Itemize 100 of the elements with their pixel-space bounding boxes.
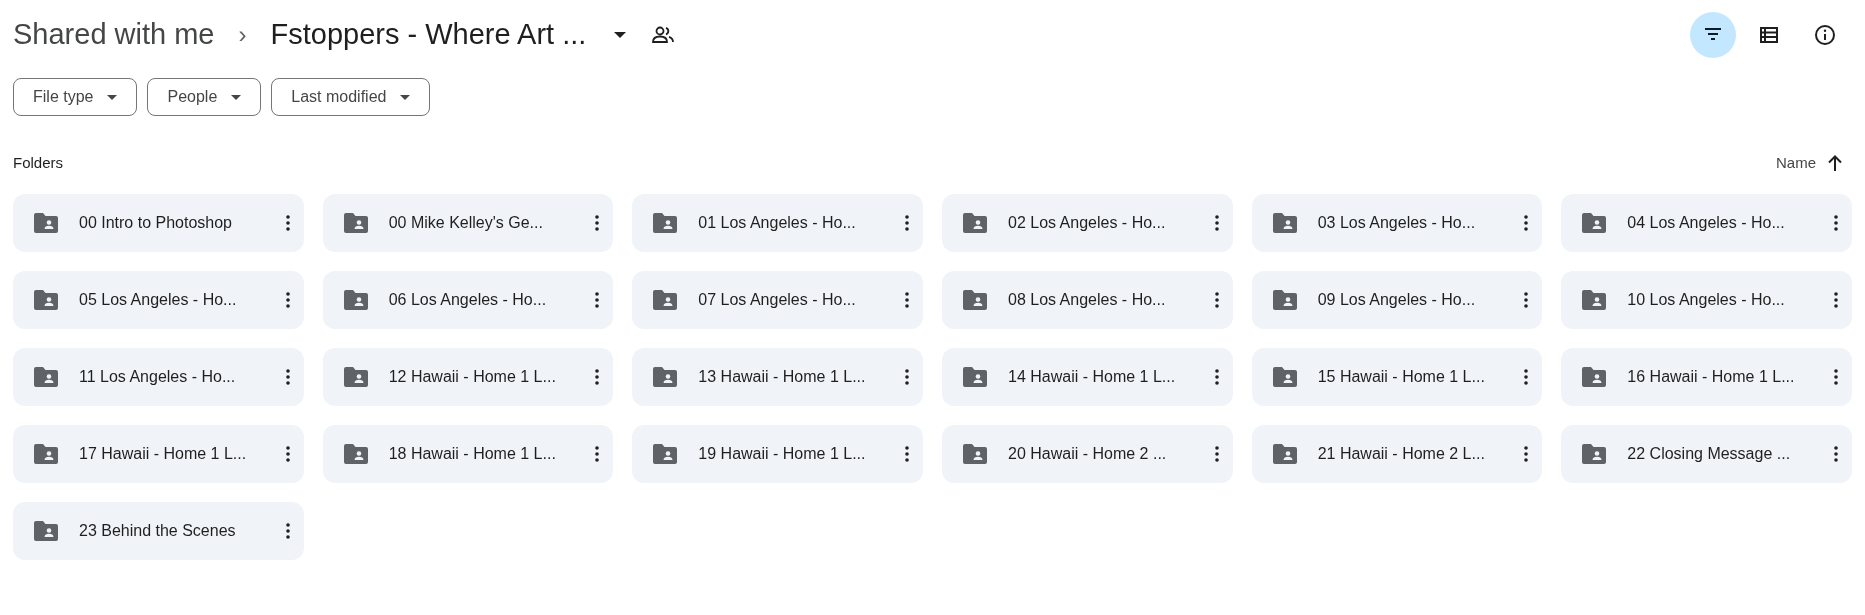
more-options-icon[interactable]	[595, 215, 600, 231]
more-options-icon[interactable]	[285, 369, 290, 385]
shared-folder-icon	[34, 521, 58, 541]
more-options-icon[interactable]	[1214, 446, 1219, 462]
folder-name: 07 Los Angeles - Ho...	[698, 290, 856, 310]
more-options-icon[interactable]	[285, 215, 290, 231]
folder-name: 00 Mike Kelley's Ge...	[388, 213, 543, 233]
folder-card[interactable]: 18 Hawaii - Home 1 L...	[322, 425, 614, 483]
more-options-icon[interactable]	[595, 446, 600, 462]
folder-name: 04 Los Angeles - Ho...	[1627, 213, 1785, 233]
caret-icon	[231, 94, 242, 100]
shared-folder-icon	[34, 444, 58, 464]
caret-icon[interactable]	[614, 32, 627, 38]
folder-card[interactable]: 02 Los Angeles - Ho...	[942, 194, 1233, 252]
more-options-icon[interactable]	[1524, 292, 1529, 308]
shared-folder-icon	[1272, 444, 1297, 464]
sort-ascending-icon[interactable]	[1828, 155, 1842, 171]
shared-folder-icon	[343, 367, 368, 387]
folder-name: 06 Los Angeles - Ho...	[388, 290, 547, 310]
filter-chip[interactable]: Last modified	[271, 78, 431, 116]
folder-name: 17 Hawaii - Home 1 L...	[79, 444, 247, 464]
folder-card[interactable]: 20 Hawaii - Home 2 ...	[942, 425, 1233, 483]
shared-folder-icon	[34, 213, 58, 233]
folder-card[interactable]: 04 Los Angeles - Ho...	[1561, 194, 1852, 252]
shared-folder-icon	[1582, 444, 1607, 464]
caret-icon	[400, 94, 411, 100]
folder-name: 21 Hawaii - Home 2 L...	[1317, 444, 1485, 464]
folder-card[interactable]: 06 Los Angeles - Ho...	[322, 271, 614, 329]
folder-name: 18 Hawaii - Home 1 L...	[388, 444, 556, 464]
folder-card[interactable]: 15 Hawaii - Home 1 L...	[1251, 348, 1543, 406]
folder-card[interactable]: 11 Los Angeles - Ho...	[13, 348, 304, 406]
more-options-icon[interactable]	[1524, 446, 1529, 462]
folder-card[interactable]: 17 Hawaii - Home 1 L...	[13, 425, 304, 483]
folder-card[interactable]: 07 Los Angeles - Ho...	[632, 271, 923, 329]
shared-folder-icon	[1582, 367, 1607, 387]
more-options-icon[interactable]	[595, 292, 600, 308]
folder-card[interactable]: 00 Intro to Photoshop	[13, 194, 304, 252]
folder-name: 01 Los Angeles - Ho...	[698, 213, 856, 233]
more-options-icon[interactable]	[905, 292, 909, 308]
filter-chip[interactable]: File type	[13, 78, 138, 116]
folder-card[interactable]: 12 Hawaii - Home 1 L...	[322, 348, 614, 406]
folder-card[interactable]: 05 Los Angeles - Ho...	[13, 271, 304, 329]
more-options-icon[interactable]	[1524, 215, 1529, 231]
folder-card[interactable]: 01 Los Angeles - Ho...	[632, 194, 923, 252]
caret-icon	[107, 94, 118, 100]
filter-button[interactable]	[1690, 12, 1736, 58]
folder-name: 14 Hawaii - Home 1 L...	[1008, 367, 1176, 387]
shared-people-icon[interactable]	[652, 26, 675, 44]
folder-name: 23 Behind the Scenes	[79, 521, 236, 541]
shared-folder-icon	[343, 290, 368, 310]
sort-label[interactable]: Name	[1776, 151, 1816, 175]
folder-card[interactable]: 21 Hawaii - Home 2 L...	[1251, 425, 1543, 483]
shared-folder-icon	[343, 213, 368, 233]
folder-name: 22 Closing Message ...	[1627, 444, 1791, 464]
folder-card[interactable]: 16 Hawaii - Home 1 L...	[1561, 348, 1852, 406]
folder-card[interactable]: 23 Behind the Scenes	[13, 502, 304, 560]
section-heading: Folders	[13, 152, 64, 173]
more-options-icon[interactable]	[905, 369, 909, 385]
info-icon	[1814, 24, 1836, 46]
shared-folder-icon	[1272, 213, 1297, 233]
folder-name: 12 Hawaii - Home 1 L...	[388, 367, 556, 387]
folder-name: 10 Los Angeles - Ho...	[1627, 290, 1785, 310]
folder-card[interactable]: 00 Mike Kelley's Ge...	[322, 194, 614, 252]
more-options-icon[interactable]	[1214, 369, 1219, 385]
folder-card[interactable]: 14 Hawaii - Home 1 L...	[942, 348, 1233, 406]
more-options-icon[interactable]	[1834, 446, 1838, 462]
more-options-icon[interactable]	[595, 369, 600, 385]
shared-folder-icon	[34, 290, 58, 310]
shared-folder-icon	[653, 367, 678, 387]
shared-folder-icon	[653, 290, 678, 310]
more-options-icon[interactable]	[1834, 369, 1838, 385]
shared-folder-icon	[1272, 290, 1297, 310]
folder-card[interactable]: 09 Los Angeles - Ho...	[1251, 271, 1543, 329]
more-options-icon[interactable]	[285, 292, 290, 308]
folder-name: 11 Los Angeles - Ho...	[79, 367, 236, 387]
folder-card[interactable]: 22 Closing Message ...	[1561, 425, 1852, 483]
more-options-icon[interactable]	[1524, 369, 1529, 385]
more-options-icon[interactable]	[1214, 215, 1219, 231]
folder-card[interactable]: 19 Hawaii - Home 1 L...	[632, 425, 923, 483]
folder-name: 15 Hawaii - Home 1 L...	[1317, 367, 1485, 387]
folder-name: 00 Intro to Photoshop	[79, 213, 232, 233]
more-options-icon[interactable]	[1834, 215, 1838, 231]
more-options-icon[interactable]	[905, 446, 909, 462]
folder-card[interactable]: 13 Hawaii - Home 1 L...	[632, 348, 923, 406]
folder-name: 19 Hawaii - Home 1 L...	[698, 444, 866, 464]
folder-title[interactable]: Fstoppers - Where Art ...	[270, 13, 587, 57]
shared-folder-icon	[653, 213, 678, 233]
more-options-icon[interactable]	[1214, 292, 1219, 308]
folder-name: 13 Hawaii - Home 1 L...	[698, 367, 866, 387]
shared-folder-icon	[963, 213, 987, 233]
folder-name: 02 Los Angeles - Ho...	[1008, 213, 1166, 233]
more-options-icon[interactable]	[285, 446, 290, 462]
more-options-icon[interactable]	[285, 523, 290, 539]
breadcrumb-link[interactable]: Shared with me	[13, 13, 215, 57]
more-options-icon[interactable]	[905, 215, 909, 231]
folder-card[interactable]: 08 Los Angeles - Ho...	[942, 271, 1233, 329]
folder-card[interactable]: 10 Los Angeles - Ho...	[1561, 271, 1852, 329]
folder-card[interactable]: 03 Los Angeles - Ho...	[1251, 194, 1543, 252]
filter-chip[interactable]: People	[147, 78, 262, 116]
more-options-icon[interactable]	[1834, 292, 1838, 308]
